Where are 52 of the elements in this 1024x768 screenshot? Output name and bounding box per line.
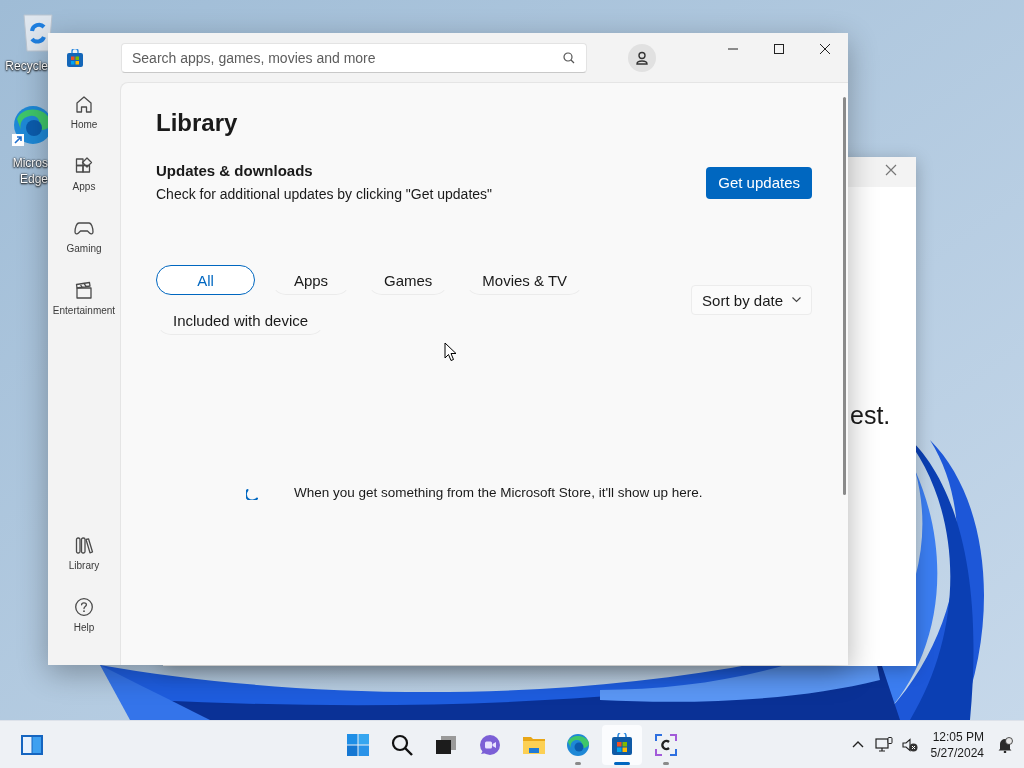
- section-heading: Updates & downloads: [156, 161, 314, 181]
- store-icon: [610, 732, 634, 757]
- page-title: Library: [156, 108, 239, 138]
- chat-icon: [478, 732, 502, 757]
- nav-item[interactable]: Apps: [48, 150, 120, 212]
- browser-icon: [566, 732, 590, 757]
- sort-dropdown[interactable]: Sort by date: [691, 285, 812, 315]
- account-button[interactable]: [628, 43, 656, 72]
- running-indicator: [575, 761, 581, 765]
- apps-icon: [74, 156, 94, 176]
- nav-item[interactable]: Help: [48, 591, 120, 653]
- filter-tab[interactable]: All: [156, 265, 255, 295]
- nav-item[interactable]: Gaming: [48, 212, 120, 274]
- capture-icon: [654, 732, 678, 757]
- filter-tab[interactable]: Included with device: [156, 305, 326, 335]
- bell-icon: [997, 736, 1013, 753]
- nav-item[interactable]: Library: [48, 529, 120, 591]
- active-indicator: [614, 761, 630, 765]
- nav-item[interactable]: Entertainment: [48, 274, 120, 336]
- chevron-down-icon: [792, 297, 801, 303]
- search-icon[interactable]: [563, 51, 575, 64]
- maximize-icon: [774, 44, 784, 54]
- help-icon: [74, 597, 94, 617]
- monitor-icon: [874, 736, 893, 753]
- running-indicator: [663, 761, 669, 765]
- filter-tab[interactable]: Games: [367, 265, 450, 295]
- start-icon: [346, 732, 370, 757]
- search-field[interactable]: Search apps, games, movies and more: [121, 42, 587, 73]
- close-icon[interactable]: [885, 164, 897, 176]
- taskbar-button[interactable]: [602, 724, 642, 765]
- person-icon: [635, 50, 649, 65]
- close-icon: [820, 44, 830, 54]
- scrollbar[interactable]: [843, 97, 846, 495]
- clock[interactable]: 12:05 PM 5/27/2024: [922, 724, 992, 765]
- get-updates-button[interactable]: Get updates: [706, 166, 812, 199]
- home-icon: [74, 94, 94, 114]
- nav-item[interactable]: Home: [48, 88, 120, 150]
- filter-tab[interactable]: Apps: [271, 265, 351, 295]
- store-logo-icon: [67, 48, 83, 67]
- empty-message: When you get something from the Microsoft Store, it'll show up here.: [294, 485, 703, 500]
- cursor-icon: [444, 342, 457, 362]
- search-icon: [390, 732, 414, 757]
- section-description: Check for additional updates by clicking "Get updates": [156, 185, 493, 204]
- icon-label: Micros Edge: [11, 155, 48, 187]
- window-text: est.: [850, 400, 891, 430]
- chevron-up-icon: [851, 741, 864, 748]
- books-icon: [74, 535, 94, 555]
- clapperboard-icon: [74, 280, 94, 300]
- widgets-icon: [20, 733, 44, 756]
- filter-tab[interactable]: Movies & TV: [465, 265, 585, 295]
- speaker-muted-icon: [901, 737, 918, 752]
- icon-label: Recycle: [4, 58, 48, 74]
